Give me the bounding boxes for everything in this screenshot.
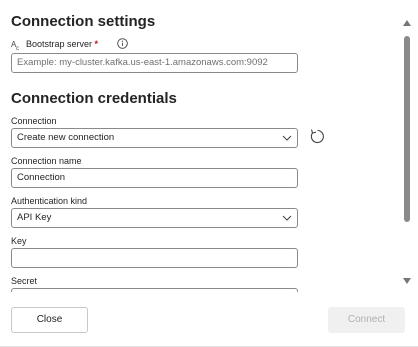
chevron-down-icon xyxy=(282,135,292,141)
connection-name-input[interactable]: Connection xyxy=(11,168,298,188)
authentication-kind-value: API Key xyxy=(17,212,52,223)
refresh-icon[interactable] xyxy=(309,128,326,145)
form-scroll-area[interactable]: Connection settings A c Bootstrap server… xyxy=(0,0,402,292)
secret-label: Secret xyxy=(11,276,38,286)
key-input[interactable] xyxy=(11,248,298,268)
connection-name-label: Connection name xyxy=(11,156,82,166)
connection-settings-title: Connection settings xyxy=(11,13,156,30)
connection-label: Connection xyxy=(11,116,57,126)
secret-input[interactable] xyxy=(11,288,298,292)
connection-select-value: Create new connection xyxy=(17,132,115,143)
svg-text:c: c xyxy=(16,46,19,51)
authentication-kind-select[interactable]: API Key xyxy=(11,208,298,228)
authentication-kind-label: Authentication kind xyxy=(11,196,88,206)
chevron-down-icon xyxy=(282,215,292,221)
scroll-up-arrow-icon[interactable] xyxy=(403,20,411,26)
key-label: Key xyxy=(11,236,27,246)
text-field-icon: A c xyxy=(11,40,19,51)
required-indicator: * xyxy=(94,39,99,49)
connect-button[interactable]: Connect xyxy=(328,307,405,333)
bootstrap-server-input[interactable]: Example: my-cluster.kafka.us-east-1.amaz… xyxy=(11,53,298,73)
scroll-down-arrow-icon[interactable] xyxy=(403,278,411,284)
bootstrap-server-label: Bootstrap server * xyxy=(26,39,99,49)
scrollbar-thumb[interactable] xyxy=(404,36,410,222)
connection-credentials-title: Connection credentials xyxy=(11,90,177,107)
info-icon[interactable] xyxy=(117,38,128,49)
connection-select[interactable]: Create new connection xyxy=(11,128,298,148)
vertical-scrollbar[interactable] xyxy=(402,20,412,290)
close-button[interactable]: Close xyxy=(11,307,88,333)
